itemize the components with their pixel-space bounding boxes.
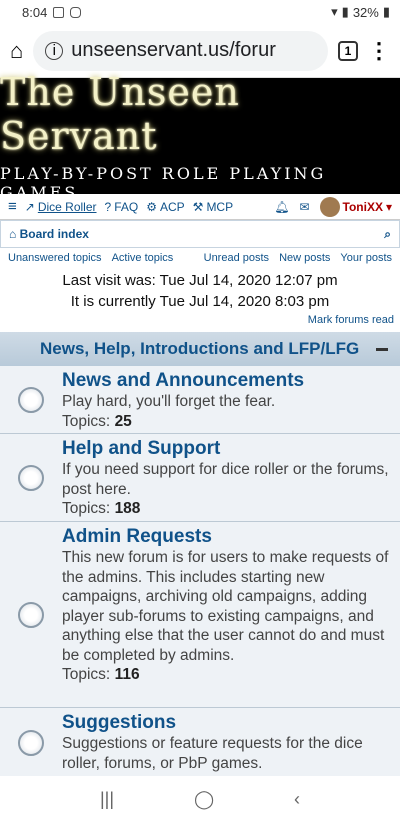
forum-title[interactable]: Help and Support [62,438,392,460]
your-posts-link[interactable]: Your posts [340,252,392,264]
tab-switcher-button[interactable]: 1 [338,40,358,61]
forum-title[interactable]: News and Announcements [62,370,392,392]
forum-description: This new forum is for users to make requ… [62,549,389,664]
visit-info: Last visit was: Tue Jul 14, 2020 12:07 p… [0,270,400,312]
category-header: News, Help, Introductions and LFP/LFG [0,332,400,366]
menu-icon[interactable]: ⋮ [368,38,390,64]
forum-description: If you need support for dice roller or t… [62,461,389,498]
forum-read-icon [18,601,44,628]
forum-description: Suggestions or feature requests for the … [62,735,363,772]
forum-row: News and Announcements Play hard, you'll… [0,366,400,434]
category-title[interactable]: News, Help, Introductions and LFP/LFG [40,339,359,359]
user-menu[interactable]: ToniXX ▾ [319,196,392,217]
forum-title[interactable]: Suggestions [62,712,392,734]
forum-title[interactable]: Admin Requests [62,526,392,548]
unanswered-topics-link[interactable]: Unanswered topics [8,252,102,264]
forum-row: Help and Support If you need support for… [0,434,400,522]
dice-roller-link[interactable]: ↗ Dice Roller [25,200,97,214]
instagram-icon [70,6,82,18]
notification-icon [53,6,65,18]
battery-icon: ▮ [382,4,390,19]
url-text: unseenservant.us/forur [71,39,276,61]
android-nav-bar: ||| ◯ ‹ [0,776,400,822]
gears-icon: ⚙ [146,199,157,214]
current-time: It is currently Tue Jul 14, 2020 8:03 pm [70,293,330,310]
forum-read-icon [18,386,44,413]
recent-apps-icon[interactable]: ||| [100,789,114,810]
forum-row: Admin Requests This new forum is for use… [0,522,400,708]
signal-icon: ▮ [341,4,349,19]
home-icon[interactable]: ⌂ [10,38,23,64]
hamburger-icon[interactable]: ≡ [8,198,17,215]
faq-link[interactable]: ? FAQ [105,200,139,214]
external-link-icon: ↗ [24,199,35,214]
mark-forums-read-link[interactable]: Mark forums read [0,312,400,328]
active-topics-link[interactable]: Active topics [112,252,174,264]
wifi-icon: ▾ [331,4,338,19]
address-bar[interactable]: i unseenservant.us/forur [33,30,328,71]
forum-description: Play hard, you'll forget the fear. [62,393,276,410]
acp-link[interactable]: ⚙ ACP [146,200,184,214]
battery-level: 32% [352,4,379,20]
forum-topics: Topics: 25 [62,412,132,430]
last-visit: Last visit was: Tue Jul 14, 2020 12:07 p… [62,272,338,289]
board-index-link[interactable]: ⌂ Board index [9,227,89,241]
new-posts-link[interactable]: New posts [279,252,330,264]
banner-title: The Unseen Servant [0,70,240,158]
back-icon[interactable]: ‹ [294,789,300,810]
info-icon[interactable]: i [45,41,64,60]
status-bar: 8:04 ▾ ▮ 32% ▮ [0,0,400,24]
caret-down-icon: ▾ [385,199,392,214]
quicklinks: Unanswered topics Active topics Unread p… [0,248,400,268]
forum-read-icon [18,729,44,756]
unread-posts-link[interactable]: Unread posts [204,252,269,264]
question-icon: ? [104,199,112,214]
home-button-icon[interactable]: ◯ [194,789,214,810]
forum-topics: Topics: 188 [62,500,141,517]
clock: 8:04 [22,4,48,20]
mcp-link[interactable]: ⚒ MCP [193,200,233,214]
forum-row: Suggestions Suggestions or feature reque… [0,708,400,778]
gavel-icon: ⚒ [192,199,204,214]
forum-topics: Topics: 116 [62,666,140,683]
search-icon[interactable]: ⌕ [384,227,391,242]
avatar [319,196,340,217]
breadcrumb: ⌂ Board index ⌕ [0,220,400,248]
bell-icon[interactable]: 🔔︎ [274,200,289,214]
inbox-icon[interactable]: ✉ [299,200,309,214]
forum-read-icon [18,464,44,491]
home-icon: ⌂ [9,227,17,241]
site-banner[interactable]: The Unseen Servant PLAY-BY-POST ROLE PLA… [0,70,400,202]
collapse-icon[interactable] [376,347,388,351]
